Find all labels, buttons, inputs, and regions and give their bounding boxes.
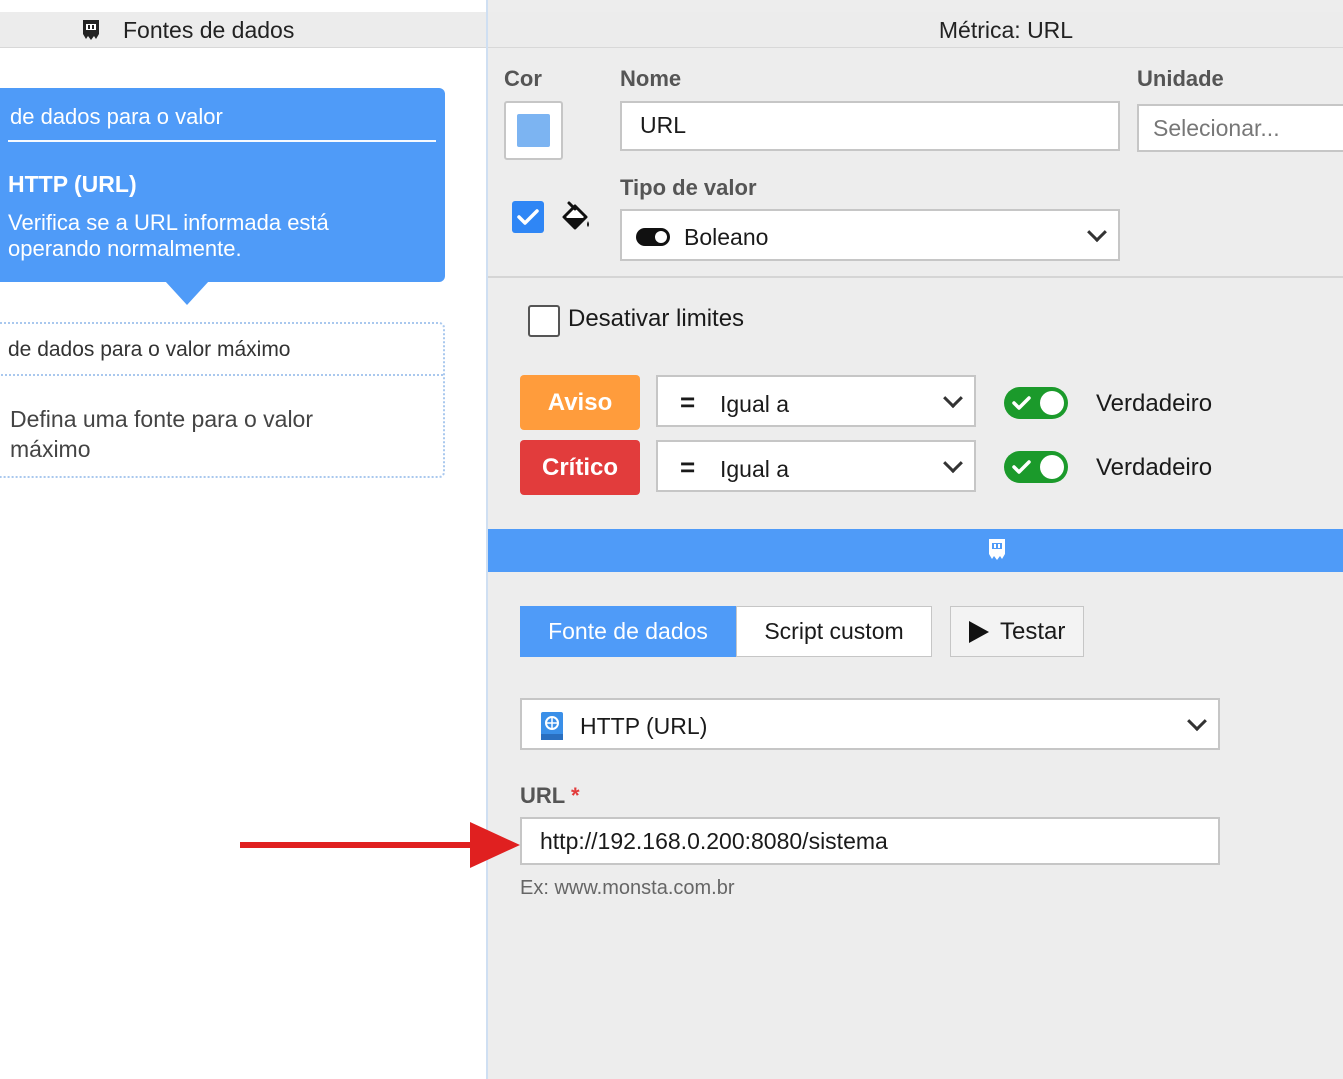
data-sources-header: Fontes de dados	[0, 12, 487, 48]
data-sources-title: Fontes de dados	[123, 17, 295, 43]
critical-operator-select[interactable]: = Igual a	[656, 440, 976, 492]
test-button-label: Testar	[1000, 618, 1066, 645]
fill-checkbox[interactable]	[512, 201, 544, 233]
url-hint: Ex: www.monsta.com.br	[520, 877, 735, 899]
checkmark-icon	[517, 209, 539, 225]
warning-operator-select[interactable]: = Igual a	[656, 375, 976, 427]
max-value-source-card[interactable]: de dados para o valor máximo Defina uma …	[0, 322, 445, 478]
check-icon	[1012, 460, 1031, 474]
data-source-selected: HTTP (URL)	[580, 713, 708, 739]
annotation-arrow-icon	[240, 822, 520, 868]
critical-operator-label: Igual a	[720, 456, 790, 482]
critical-value-label: Verdadeiro	[1096, 454, 1213, 481]
max-value-placeholder: Defina uma fonte para o valor máximo	[10, 406, 314, 462]
color-label: Cor	[504, 66, 542, 91]
value-source-heading: de dados para o valor	[10, 104, 223, 129]
test-button[interactable]: Testar	[950, 606, 1084, 657]
warning-value-label: Verdadeiro	[1096, 390, 1213, 417]
name-label: Nome	[620, 66, 682, 91]
warning-badge[interactable]: Aviso	[520, 375, 640, 430]
equals-icon: =	[680, 387, 696, 417]
chevron-down-icon	[943, 388, 963, 409]
warning-operator-label: Igual a	[720, 391, 790, 417]
card-pointer	[165, 281, 209, 305]
chevron-down-icon	[943, 453, 963, 474]
max-value-heading: de dados para o valor máximo	[8, 338, 291, 361]
tab-custom-script[interactable]: Script custom	[736, 606, 932, 657]
disable-limits-checkbox[interactable]	[528, 305, 560, 337]
critical-badge[interactable]: Crítico	[520, 440, 640, 495]
toggle-icon	[636, 228, 670, 246]
metric-title: Métrica: URL	[938, 17, 1074, 43]
color-picker[interactable]	[504, 101, 563, 160]
monster-logo-icon	[989, 539, 1005, 560]
color-swatch	[517, 114, 550, 147]
data-sources-panel: Fontes de dados de dados para o valor HT…	[0, 0, 487, 1079]
data-source-select[interactable]: HTTP (URL)	[520, 698, 1220, 750]
http-globe-icon	[541, 712, 563, 740]
warning-value-switch[interactable]	[1004, 387, 1068, 419]
equals-icon: =	[680, 452, 696, 482]
check-icon	[1012, 396, 1031, 410]
chevron-down-icon	[1187, 711, 1207, 732]
url-label: URL *	[520, 783, 580, 809]
unit-select[interactable]: Selecionar...	[1137, 104, 1343, 152]
metric-editor-panel: Métrica: URL Cor Nome Unidade URL Seleci…	[488, 0, 1343, 1079]
disable-limits-label: Desativar limites	[568, 305, 745, 332]
name-input[interactable]: URL	[620, 101, 1120, 151]
chevron-down-icon	[1087, 222, 1107, 243]
critical-value-switch[interactable]	[1004, 451, 1068, 483]
unit-label: Unidade	[1137, 66, 1224, 91]
value-type-select[interactable]: Boleano	[620, 209, 1120, 261]
required-mark: *	[570, 783, 580, 808]
value-source-description: Verifica se a URL informada está operand…	[8, 210, 329, 261]
play-icon	[969, 621, 989, 643]
card-divider	[8, 140, 436, 142]
monster-logo-icon	[83, 20, 99, 40]
section-divider	[488, 276, 1343, 278]
value-source-name: HTTP (URL)	[8, 171, 137, 197]
url-input[interactable]: http://192.168.0.200:8080/sistema	[520, 817, 1220, 865]
value-type-label: Tipo de valor	[620, 175, 757, 200]
tab-data-source[interactable]: Fonte de dados	[520, 606, 736, 657]
paint-bucket-icon[interactable]	[558, 199, 594, 235]
data-source-section-bar	[488, 529, 1343, 572]
value-source-card[interactable]: de dados para o valor HTTP (URL) Verific…	[0, 88, 445, 282]
value-type-selected: Boleano	[684, 224, 769, 250]
card-divider	[0, 374, 443, 376]
url-label-text: URL	[520, 783, 565, 808]
metric-header: Métrica: URL	[488, 12, 1343, 48]
